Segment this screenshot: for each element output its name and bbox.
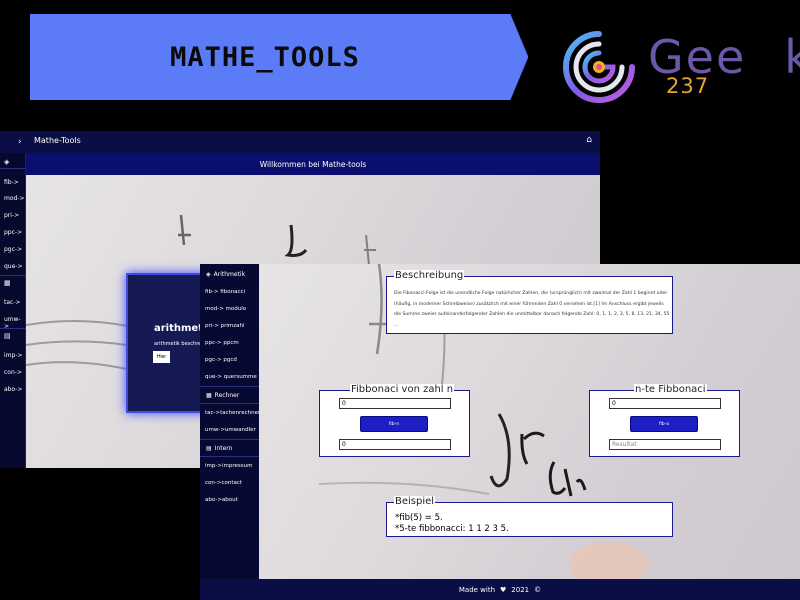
footer: Made with ♥ 2021 © bbox=[200, 579, 800, 600]
heart-icon: ♥ bbox=[500, 585, 507, 594]
back-sidebar-item[interactable]: pgc-> bbox=[4, 246, 22, 253]
sidebar-item-pgcd[interactable]: pgc-> pgcd bbox=[205, 357, 237, 363]
back-topbar: › Mathe-Tools ⌂ bbox=[0, 131, 600, 153]
back-sidebar-item[interactable]: pri-> bbox=[4, 212, 19, 219]
back-sidebar-item[interactable]: mod-> bbox=[4, 195, 25, 202]
back-sidebar-item[interactable]: imp-> bbox=[4, 352, 23, 359]
back-sidebar-item[interactable]: ppc-> bbox=[4, 229, 22, 236]
card-hier-button[interactable]: Hier bbox=[153, 351, 170, 363]
arithmetik-card: arithmetik arithmetik beschreib Hier bbox=[126, 273, 213, 413]
copyright-icon: © bbox=[534, 585, 542, 594]
fib-von-zahl-legend: Fibbonaci von zahl n bbox=[350, 384, 455, 396]
back-app-title: Mathe-Tools bbox=[34, 136, 81, 145]
sidebar-item-ppcm[interactable]: ppc-> ppcm bbox=[205, 340, 239, 346]
geek237-logo: Gee k 237 bbox=[560, 22, 800, 108]
sidebar-item-umwandler[interactable]: umw->umwandler bbox=[205, 427, 256, 433]
beschreibung-text: Die Fibonacci-Folge ist die unendliche F… bbox=[394, 291, 670, 328]
chevron-right-icon[interactable]: › bbox=[18, 137, 22, 147]
calculator-icon: ▦ bbox=[4, 279, 11, 287]
sidebar-item-about[interactable]: abo->about bbox=[205, 497, 238, 503]
banner-title: MATHE_TOOLS bbox=[170, 41, 360, 73]
sidebar-item-tachenrechner[interactable]: tac->tachenrechner bbox=[205, 410, 260, 416]
beschreibung-legend: Beschreibung bbox=[394, 270, 465, 282]
sidebar-item-modulo[interactable]: mod-> modulo bbox=[205, 306, 246, 312]
footer-made-with: Made with bbox=[458, 585, 496, 594]
nte-fib-fieldset: n-te Fibbonaci 0 fib-a Resultat bbox=[589, 384, 740, 457]
sidebar-item-quersumme[interactable]: que-> quersumme bbox=[205, 374, 257, 380]
front-browser-window: ◈ Arithmetik fib-> fibonacci mod-> modulo… bbox=[200, 264, 800, 600]
nte-fib-input[interactable]: 0 bbox=[609, 398, 721, 409]
sidebar-section-intern: ▤ Intern bbox=[206, 445, 233, 452]
beispiel-line-1: *fib(5) = 5. bbox=[395, 513, 443, 523]
sidebar-item-contact[interactable]: con->contact bbox=[205, 480, 242, 486]
beispiel-line-2: *5-te fibbonacci: 1 1 2 3 5. bbox=[395, 524, 509, 534]
sidebar-section-rechner: ▦ Rechner bbox=[206, 392, 240, 399]
footer-year: 2021 bbox=[511, 585, 530, 594]
back-sidebar-item[interactable]: con-> bbox=[4, 369, 22, 376]
logo-number: 237 bbox=[666, 74, 710, 98]
beispiel-fieldset: Beispiel *fib(5) = 5. *5-te fibbonacci: … bbox=[386, 496, 673, 537]
fib-n-output[interactable]: 0 bbox=[339, 439, 451, 450]
sidebar-item-impressum[interactable]: imp->impressum bbox=[205, 463, 252, 469]
fib-von-zahl-fieldset: Fibbonaci von zahl n 0 fib-n 0 bbox=[319, 384, 470, 457]
logo-swirl-icon bbox=[563, 31, 635, 103]
back-sidebar-item[interactable]: tac-> bbox=[4, 299, 21, 306]
sidebar-section-arithmetik: ◈ Arithmetik bbox=[206, 271, 246, 278]
back-welcome-bar: Willkommen bei Mathe-tools bbox=[26, 153, 600, 175]
beispiel-text: *fib(5) = 5. *5-te fibbonacci: 1 1 2 3 5… bbox=[395, 513, 509, 535]
fib-n-input[interactable]: 0 bbox=[339, 398, 451, 409]
back-sidebar-item[interactable]: abo-> bbox=[4, 386, 22, 393]
layers-icon: ◈ bbox=[206, 271, 211, 278]
home-icon[interactable]: ⌂ bbox=[586, 135, 592, 145]
fib-n-button[interactable]: fib-n bbox=[360, 416, 428, 432]
back-sidebar-item[interactable]: fib-> bbox=[4, 179, 19, 186]
nte-fib-legend: n-te Fibbonaci bbox=[634, 384, 707, 396]
calculator-icon: ▦ bbox=[206, 392, 212, 399]
fib-a-button[interactable]: fib-a bbox=[630, 416, 698, 432]
beschreibung-fieldset: Beschreibung Die Fibonacci-Folge ist die… bbox=[386, 270, 673, 334]
sidebar-item-primzahl[interactable]: pri-> primzahl bbox=[205, 323, 245, 329]
back-sidebar-item[interactable]: que-> bbox=[4, 263, 23, 270]
sidebar-item-fibonacci[interactable]: fib-> fibonacci bbox=[205, 289, 245, 295]
building-icon: ▤ bbox=[206, 445, 212, 452]
front-sidebar: ◈ Arithmetik fib-> fibonacci mod-> modulo… bbox=[200, 264, 260, 579]
title-banner: MATHE_TOOLS bbox=[30, 14, 528, 100]
beispiel-legend: Beispiel bbox=[394, 496, 436, 508]
building-icon: ▤ bbox=[4, 332, 11, 340]
back-sidebar: ◈ fib-> mod-> pri-> ppc-> pgc-> que-> ▦ … bbox=[0, 153, 26, 468]
screenshot-stage: MATHE_TOOLS Gee k 237 › Mathe-Tools ⌂ Wi… bbox=[0, 0, 800, 600]
nte-fib-result[interactable]: Resultat bbox=[609, 439, 721, 450]
card-subtitle: arithmetik beschreib bbox=[154, 341, 206, 347]
layers-icon: ◈ bbox=[4, 158, 10, 166]
